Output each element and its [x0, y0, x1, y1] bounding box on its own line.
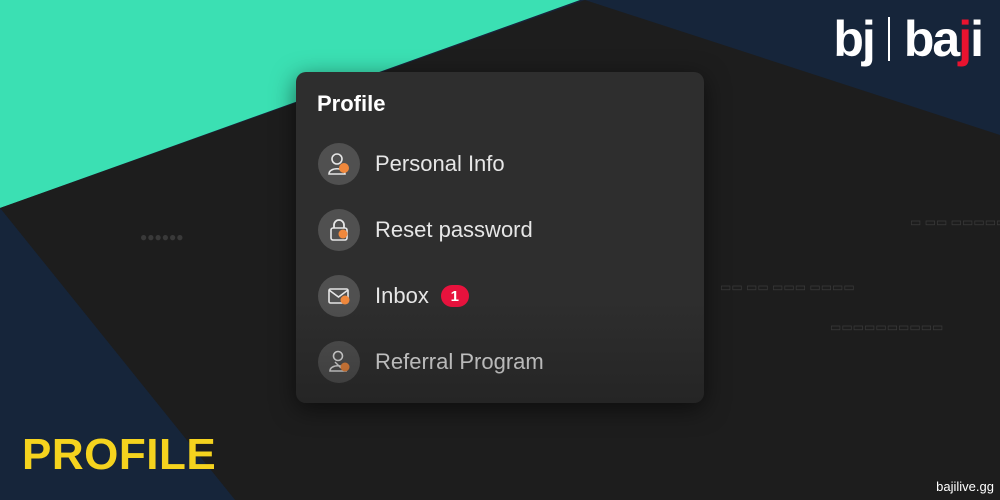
logo-word-part2: ji [958, 11, 984, 67]
section-caption: PROFILE [22, 430, 217, 479]
background-text: ●●●●●● [140, 230, 184, 244]
unread-count-badge: 1 [440, 285, 469, 307]
menu-item-label: Personal Info [375, 151, 505, 176]
menu-item-reset-password[interactable]: Reset password [318, 208, 533, 252]
logo-word-part1: ba [903, 11, 960, 67]
profile-menu-panel: Profile Personal Info Reset password Inb… [296, 72, 704, 403]
brand-logo: bj baji [833, 10, 984, 68]
logo-divider [887, 17, 890, 61]
background-text: ▭▭ ▭▭ ▭▭▭ ▭▭▭▭ [720, 280, 855, 294]
site-link[interactable]: bajilive.gg [936, 479, 994, 494]
person-icon [318, 143, 360, 185]
background-text: ▭▭▭▭▭▭▭▭▭▭ [830, 320, 944, 334]
logo-wordmark: baji [903, 10, 984, 68]
logo-red-letter: j [958, 11, 972, 67]
menu-item-inbox[interactable]: Inbox 1 [318, 274, 469, 318]
menu-item-referral-program[interactable]: Referral Program [318, 340, 544, 384]
envelope-icon [318, 275, 360, 317]
logo-letter: i [970, 11, 984, 67]
menu-item-label: Inbox [375, 283, 429, 308]
logo-mark-text: bj [833, 11, 875, 67]
logo-mark: bj [833, 10, 875, 68]
menu-item-label: Referral Program [375, 349, 544, 374]
background-text: ▭ ▭▭ ▭▭▭▭▭ [910, 215, 1000, 229]
referral-icon [318, 341, 360, 383]
menu-item-personal-info[interactable]: Personal Info [318, 142, 505, 186]
menu-item-label: Reset password [375, 217, 533, 242]
lock-icon [318, 209, 360, 251]
profile-menu-title: Profile [317, 91, 386, 116]
